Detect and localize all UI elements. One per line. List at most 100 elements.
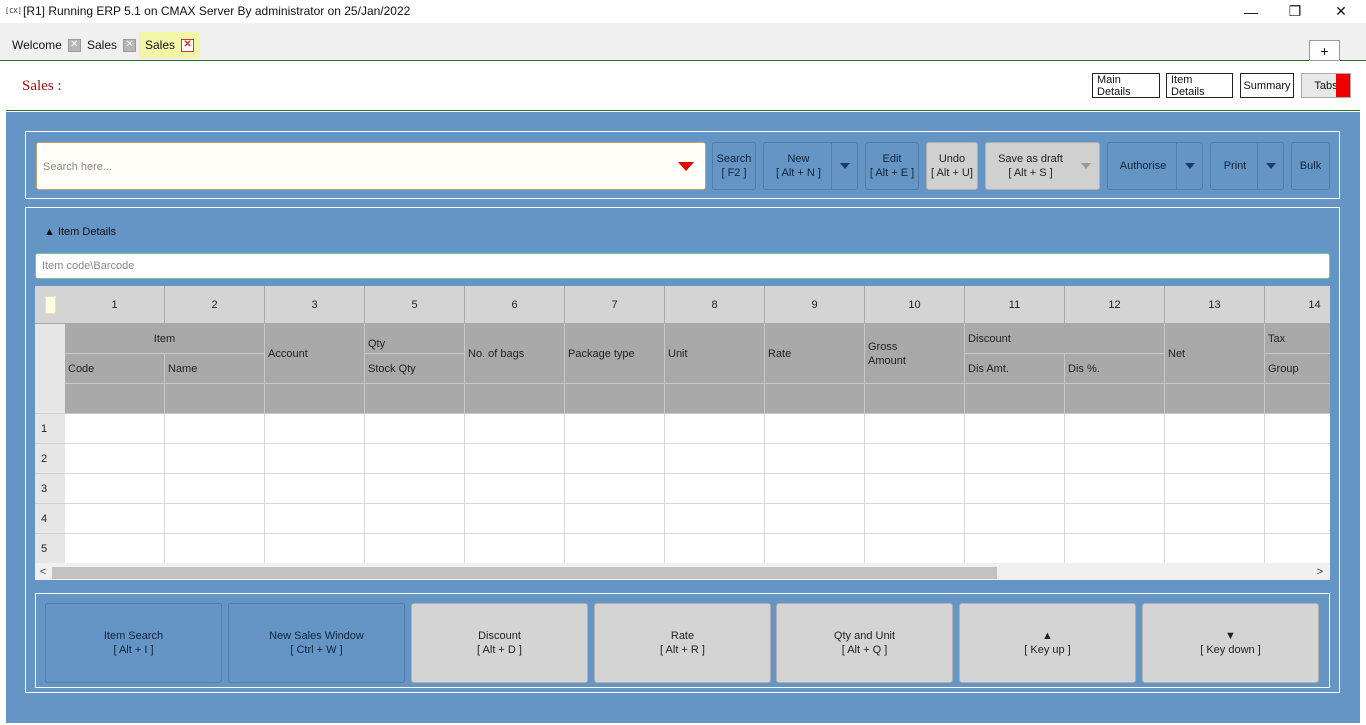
column-header-gross-amount[interactable]: Gross Amount <box>865 324 965 384</box>
grid-cell[interactable] <box>1265 474 1330 504</box>
column-header-name[interactable]: Name <box>165 354 265 384</box>
grid-cell[interactable] <box>365 504 465 534</box>
column-number[interactable]: 8 <box>665 286 765 324</box>
grid-cell[interactable] <box>365 444 465 474</box>
row-number[interactable]: 1 <box>35 414 65 444</box>
grid-cell[interactable] <box>1165 504 1265 534</box>
grid-cell[interactable] <box>165 414 265 444</box>
column-header-code[interactable]: Code <box>65 354 165 384</box>
authorise-dropdown-icon[interactable] <box>1176 143 1202 189</box>
grid-cell[interactable] <box>765 474 865 504</box>
column-header-net[interactable]: Net <box>1165 324 1265 384</box>
save-draft-dropdown-icon[interactable] <box>1073 143 1099 189</box>
minimize-button[interactable]: — <box>1228 0 1274 23</box>
edit-button[interactable]: Edit [ Alt + E ] <box>865 142 919 190</box>
grid-cell[interactable] <box>765 414 865 444</box>
new-dropdown-icon[interactable] <box>831 143 857 189</box>
grid-cell[interactable] <box>165 534 265 563</box>
row-number[interactable]: 3 <box>35 474 65 504</box>
filter-cell[interactable] <box>165 384 265 414</box>
grid-cell[interactable] <box>465 414 565 444</box>
grid-cell[interactable] <box>765 444 865 474</box>
grid-cell[interactable] <box>1165 534 1265 563</box>
restore-button[interactable]: ❐ <box>1272 0 1318 23</box>
grid-cell[interactable] <box>865 534 965 563</box>
scroll-left-icon[interactable]: < <box>36 564 50 579</box>
add-tab-button[interactable]: + <box>1309 40 1340 61</box>
grid-cell[interactable] <box>1065 474 1165 504</box>
print-button[interactable]: Print <box>1210 142 1284 190</box>
search-button[interactable]: Search [ F2 ] <box>712 142 756 190</box>
grid-cell[interactable] <box>565 504 665 534</box>
grid-cell[interactable] <box>1265 504 1330 534</box>
grid-cell[interactable] <box>665 444 765 474</box>
close-icon[interactable]: ✕ <box>123 38 137 52</box>
column-header-unit[interactable]: Unit <box>665 324 765 384</box>
main-details-button[interactable]: Main Details <box>1092 73 1160 98</box>
grid-cell[interactable] <box>65 474 165 504</box>
column-number[interactable]: 5 <box>365 286 465 324</box>
grid-cell[interactable] <box>865 474 965 504</box>
grid-cell[interactable] <box>65 414 165 444</box>
grid-corner[interactable] <box>35 286 65 324</box>
new-sales-window-button[interactable]: New Sales Window [ Ctrl + W ] <box>228 603 405 683</box>
filter-cell[interactable] <box>665 384 765 414</box>
filter-cell[interactable] <box>565 384 665 414</box>
scroll-thumb[interactable] <box>52 567 997 579</box>
grid-cell[interactable] <box>165 474 265 504</box>
grid-cell[interactable] <box>1265 414 1330 444</box>
grid-cell[interactable] <box>665 504 765 534</box>
tabs-button[interactable]: Tabs <box>1301 73 1351 98</box>
horizontal-scrollbar[interactable]: < > <box>35 563 1330 580</box>
grid-cell[interactable] <box>265 474 365 504</box>
column-number[interactable]: 1 <box>65 286 165 324</box>
grid-cell[interactable] <box>765 504 865 534</box>
column-number[interactable]: 12 <box>1065 286 1165 324</box>
filter-cell[interactable] <box>1165 384 1265 414</box>
grid-cell[interactable] <box>265 504 365 534</box>
grid-cell[interactable] <box>1265 444 1330 474</box>
grid-cell[interactable] <box>865 414 965 444</box>
grid-cell[interactable] <box>465 534 565 563</box>
item-details-toggle[interactable]: ▲ Item Details <box>44 226 116 238</box>
column-number[interactable]: 7 <box>565 286 665 324</box>
column-header-account[interactable]: Account <box>265 324 365 384</box>
grid-cell[interactable] <box>465 474 565 504</box>
row-number[interactable]: 2 <box>35 444 65 474</box>
save-draft-button[interactable]: Save as draft [ Alt + S ] <box>985 142 1100 190</box>
item-search-button[interactable]: Item Search [ Alt + I ] <box>45 603 222 683</box>
grid-cell[interactable] <box>565 474 665 504</box>
grid-cell[interactable] <box>965 444 1065 474</box>
column-header-group[interactable]: Group <box>1265 354 1330 384</box>
grid-cell[interactable] <box>565 444 665 474</box>
filter-cell[interactable] <box>865 384 965 414</box>
print-dropdown-icon[interactable] <box>1257 143 1283 189</box>
grid-cell[interactable] <box>265 414 365 444</box>
discount-button[interactable]: Discount [ Alt + D ] <box>411 603 588 683</box>
column-number[interactable]: 9 <box>765 286 865 324</box>
scroll-right-icon[interactable]: > <box>1313 564 1327 579</box>
authorise-button[interactable]: Authorise <box>1107 142 1203 190</box>
dropdown-triangle-icon[interactable] <box>678 162 694 171</box>
row-number[interactable]: 5 <box>35 534 65 563</box>
items-grid[interactable]: 1 2 3 5 6 7 8 9 10 11 12 13 14 Item Code… <box>35 286 1330 563</box>
column-header-rate[interactable]: Rate <box>765 324 865 384</box>
grid-cell[interactable] <box>65 504 165 534</box>
filter-cell[interactable] <box>965 384 1065 414</box>
grid-cell[interactable] <box>1065 414 1165 444</box>
grid-cell[interactable] <box>365 414 465 444</box>
grid-cell[interactable] <box>65 534 165 563</box>
grid-cell[interactable] <box>1165 474 1265 504</box>
grid-cell[interactable] <box>865 504 965 534</box>
authorise-main[interactable]: Authorise <box>1108 143 1178 189</box>
tab-welcome[interactable]: Welcome ✕ <box>6 32 87 58</box>
item-details-button[interactable]: Item Details <box>1166 73 1233 98</box>
close-icon[interactable]: ✕ <box>181 38 195 52</box>
grid-cell[interactable] <box>965 474 1065 504</box>
close-icon[interactable]: ✕ <box>67 38 81 52</box>
grid-cell[interactable] <box>1065 444 1165 474</box>
filter-cell[interactable] <box>465 384 565 414</box>
bulk-button[interactable]: Bulk <box>1291 142 1330 190</box>
column-number[interactable]: 10 <box>865 286 965 324</box>
grid-cell[interactable] <box>965 504 1065 534</box>
